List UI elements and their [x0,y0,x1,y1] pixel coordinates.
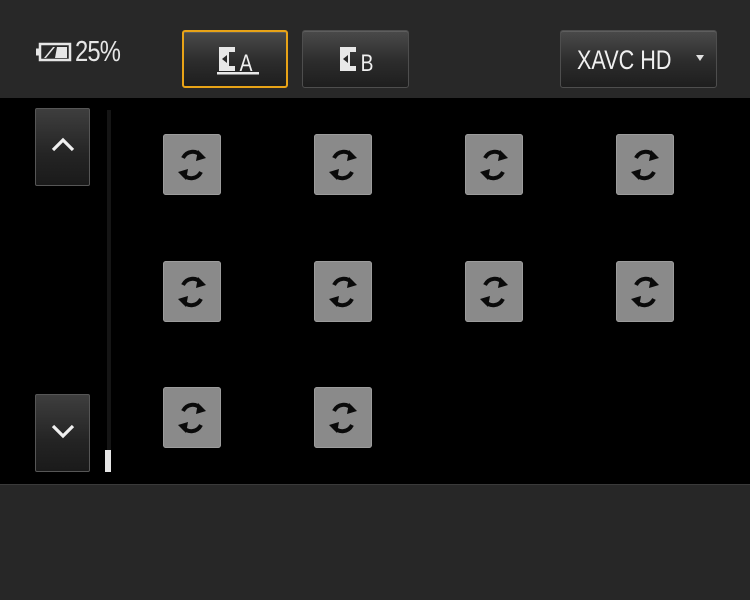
chevron-down-icon [50,423,76,444]
bottom-panel [0,484,750,600]
clip-thumbnail[interactable] [163,387,221,448]
chevron-up-icon [50,137,76,158]
clip-thumbnail[interactable] [616,134,674,195]
clip-thumbnail[interactable] [465,261,523,322]
recording-format-value: XAVC HD [577,45,672,75]
media-slot-b-label: B [360,50,374,77]
media-slot-a-button[interactable]: A [182,30,288,88]
scrollbar-thumb[interactable] [105,450,111,472]
recording-format-select[interactable]: XAVC HD [560,30,717,88]
scroll-up-button[interactable] [35,108,90,186]
battery-percentage: 25% [75,35,121,68]
clip-thumbnail[interactable] [616,261,674,322]
clip-thumbnail[interactable] [163,134,221,195]
thumbnail-browser [0,98,750,484]
battery-indicator: 25% [36,36,130,68]
clip-thumbnail[interactable] [163,261,221,322]
media-slot-a-label: A [240,50,253,77]
dropdown-caret-icon [696,55,704,61]
loading-refresh-icon [477,146,511,184]
loading-refresh-icon [175,146,209,184]
clip-thumbnail[interactable] [314,134,372,195]
scroll-down-button[interactable] [35,394,90,472]
loading-refresh-icon [628,146,662,184]
loading-refresh-icon [175,273,209,311]
loading-refresh-icon [326,399,360,437]
loading-refresh-icon [326,146,360,184]
clip-thumbnail[interactable] [314,387,372,448]
camera-screen: 25% A B XAVC HD [0,0,750,600]
clip-thumbnail[interactable] [314,261,372,322]
clip-thumbnail[interactable] [465,134,523,195]
loading-refresh-icon [175,399,209,437]
loading-refresh-icon [477,273,511,311]
scrollbar-track[interactable] [107,110,111,472]
loading-refresh-icon [628,273,662,311]
media-slot-b-button[interactable]: B [302,30,409,88]
battery-icon [36,41,72,63]
top-status-bar: 25% A B XAVC HD [0,0,750,98]
loading-refresh-icon [326,273,360,311]
